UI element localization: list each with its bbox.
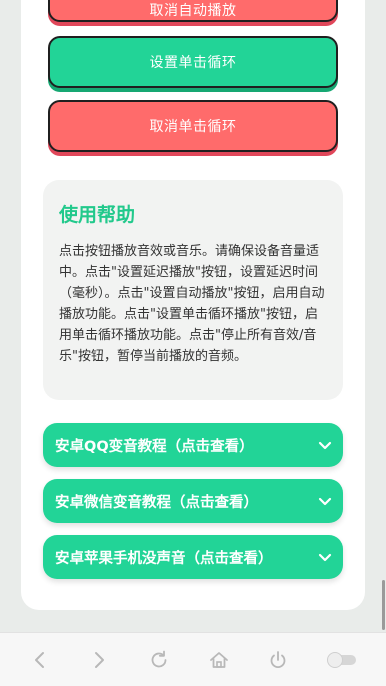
toggle-icon[interactable] — [325, 647, 359, 673]
browser-navbar — [0, 632, 386, 686]
cancel-single-loop-label: 取消单击循环 — [149, 119, 237, 135]
chevron-down-icon — [318, 553, 332, 562]
accordion-label: 安卓微信变音教程（点击查看） — [55, 494, 258, 511]
home-icon[interactable] — [206, 647, 232, 673]
set-single-loop-button[interactable]: 设置单击循环 — [48, 36, 338, 88]
chevron-down-icon — [318, 497, 332, 506]
accordion-qq-tutorial[interactable]: 安卓QQ变音教程（点击查看） — [43, 423, 343, 467]
help-title: 使用帮助 — [59, 204, 136, 226]
scrollbar[interactable] — [382, 580, 385, 630]
page: 取消自动播放 设置单击循环 取消单击循环 使用帮助 点击按钮播放音效或音乐。请确… — [0, 0, 386, 686]
cancel-single-loop-button[interactable]: 取消单击循环 — [48, 100, 338, 152]
accordion-label: 安卓苹果手机没声音（点击查看） — [55, 550, 273, 567]
back-icon[interactable] — [27, 647, 53, 673]
help-body: 点击按钮播放音效或音乐。请确保设备音量适中。点击"设置延迟播放"按钮，设置延迟时… — [59, 244, 325, 364]
accordion-wechat-tutorial[interactable]: 安卓微信变音教程（点击查看） — [43, 479, 343, 523]
cancel-auto-play-button[interactable]: 取消自动播放 — [48, 0, 338, 22]
cancel-auto-play-label: 取消自动播放 — [149, 3, 237, 19]
forward-icon[interactable] — [86, 647, 112, 673]
chevron-down-icon — [318, 441, 332, 450]
set-single-loop-label: 设置单击循环 — [149, 55, 237, 71]
help-panel: 使用帮助 点击按钮播放音效或音乐。请确保设备音量适中。点击"设置延迟播放"按钮，… — [43, 180, 343, 400]
accordion-label: 安卓QQ变音教程（点击查看） — [55, 438, 254, 455]
refresh-icon[interactable] — [146, 647, 172, 673]
power-icon[interactable] — [265, 647, 291, 673]
accordion-no-sound[interactable]: 安卓苹果手机没声音（点击查看） — [43, 535, 343, 579]
